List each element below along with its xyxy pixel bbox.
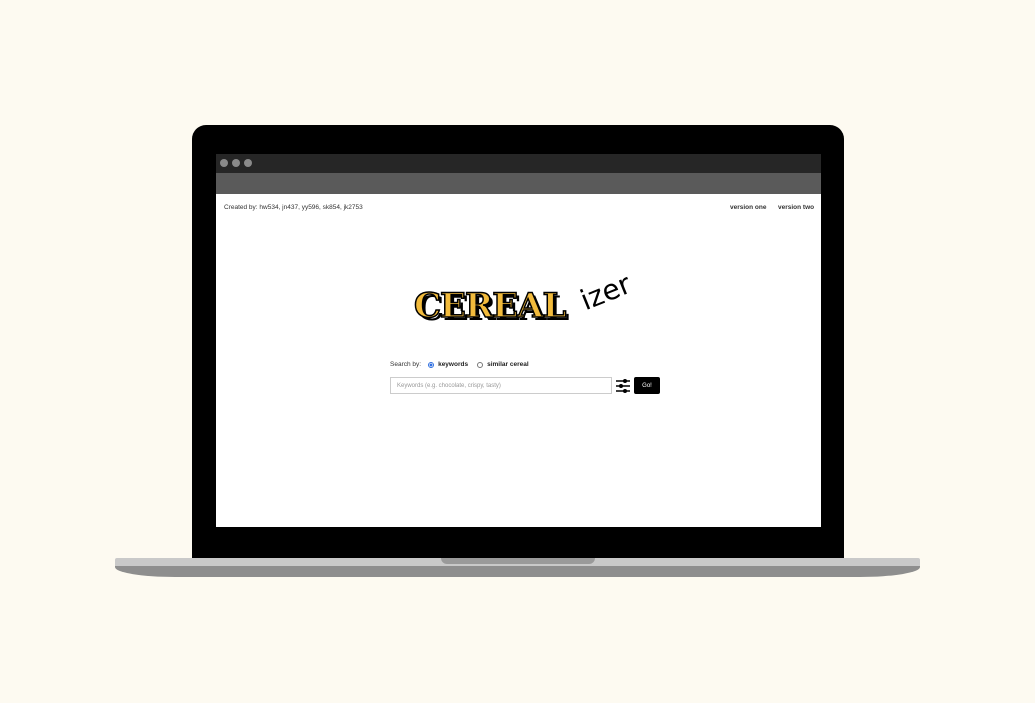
keywords-input[interactable]: Keywords (e.g. chocolate, crispy, tasty) [390,377,612,394]
logo-cereal: CEREAL [413,285,567,327]
radio-similar-cereal[interactable] [477,361,484,368]
radio-keywords[interactable] [428,361,435,368]
radio-similar-cereal-label[interactable]: similar cereal [487,361,529,368]
window-maximize-dot[interactable] [244,159,252,167]
go-button[interactable]: Go! [634,377,660,394]
search-mode: Search by: keywords similar cereal [390,361,529,368]
credits-text: Created by: hw534, jn437, yy596, sk854, … [224,204,363,211]
keywords-placeholder: Keywords (e.g. chocolate, crispy, tasty) [397,383,501,389]
browser-titlebar [216,154,821,173]
laptop-notch [441,558,595,564]
browser-window: Created by: hw534, jn437, yy596, sk854, … [216,154,821,527]
logo-izer: izer [575,267,636,317]
filter-sliders-icon[interactable] [616,378,630,394]
window-close-dot[interactable] [220,159,228,167]
nav-version-one[interactable]: version one [730,204,766,211]
search-by-label: Search by: [390,361,422,368]
laptop-base-bottom [115,566,920,577]
nav-version-two[interactable]: version two [778,204,814,211]
browser-toolbar [216,173,821,194]
window-minimize-dot[interactable] [232,159,240,167]
radio-keywords-label[interactable]: keywords [438,361,468,368]
